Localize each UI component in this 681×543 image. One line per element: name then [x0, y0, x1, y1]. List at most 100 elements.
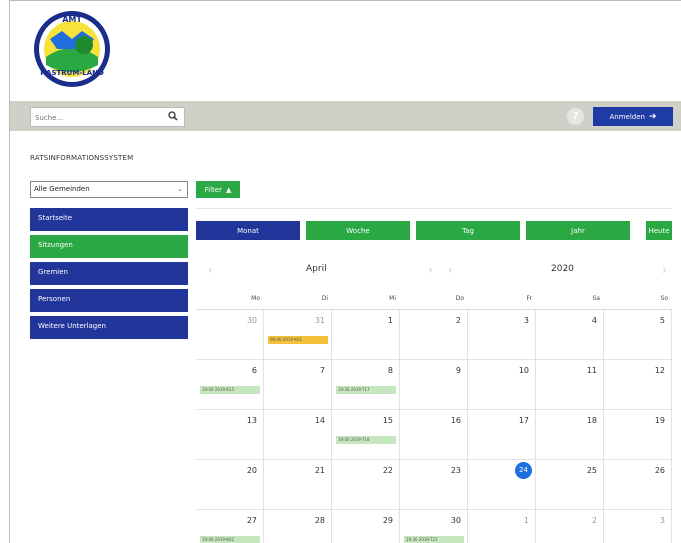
year-label: 2020: [551, 264, 574, 274]
calendar-day-cell[interactable]: 20: [196, 460, 264, 510]
calendar-day-cell[interactable]: 3: [468, 310, 536, 360]
calendar-day-cell[interactable]: 30: [196, 310, 264, 360]
weekday-label: Do: [455, 295, 464, 302]
login-button[interactable]: Anmelden ➔: [593, 107, 673, 126]
sidebar-item-sitzungen[interactable]: Sitzungen: [30, 235, 188, 258]
calendar-day-cell[interactable]: 16: [400, 410, 468, 460]
calendar-day-cell[interactable]: 13: [196, 410, 264, 460]
calendar-event[interactable]: 19:00 2019-T18: [336, 436, 396, 444]
today-marker: 24: [515, 462, 532, 479]
weekday-label: So: [660, 295, 668, 302]
view-day-button[interactable]: Tag: [416, 221, 520, 240]
calendar-day-cell[interactable]: 8 19:30 2019-T17: [332, 360, 400, 410]
day-number: 26: [654, 466, 665, 475]
calendar-day-cell[interactable]: 10: [468, 360, 536, 410]
prev-year-icon[interactable]: ‹: [448, 263, 453, 277]
calendar-day-cell[interactable]: 5: [604, 310, 672, 360]
day-number: 10: [518, 366, 529, 375]
calendar-day-cell[interactable]: 7: [264, 360, 332, 410]
calendar-day-cell[interactable]: 3: [604, 510, 672, 543]
calendar-day-cell[interactable]: 14: [264, 410, 332, 460]
calendar-day-cell[interactable]: 21: [264, 460, 332, 510]
sidebar-item-gremien[interactable]: Gremien: [30, 262, 188, 285]
calendar-day-cell[interactable]: 27 19:00 2019-K02: [196, 510, 264, 543]
page-frame: AMT HASTRUM-LAND ? Anmelden ➔ RATSINFORM…: [9, 0, 681, 543]
day-number: 5: [659, 316, 665, 325]
search-icon[interactable]: [168, 111, 178, 121]
day-number: 30: [450, 516, 461, 525]
search-input[interactable]: [35, 111, 155, 124]
today-button[interactable]: Heute: [646, 221, 672, 240]
day-number: 1: [387, 316, 393, 325]
calendar-day-cell[interactable]: 15 19:00 2019-T18: [332, 410, 400, 460]
filter-label: Filter: [204, 185, 222, 194]
login-label: Anmelden: [609, 112, 645, 121]
day-number: 16: [450, 416, 461, 425]
day-number: 22: [382, 466, 393, 475]
sidebar-item-startseite[interactable]: Startseite: [30, 208, 188, 231]
municipality-select[interactable]: Alle Gemeinden ⌄: [30, 181, 188, 198]
sidebar-item-personen[interactable]: Personen: [30, 289, 188, 312]
calendar-day-cell[interactable]: 22: [332, 460, 400, 510]
day-number: 9: [455, 366, 461, 375]
day-number: 23: [450, 466, 461, 475]
view-week-button[interactable]: Woche: [306, 221, 410, 240]
calendar-event[interactable]: 19:00 2019-K15: [200, 386, 260, 394]
calendar-day-cell[interactable]: 31 09:00 2019-K01: [264, 310, 332, 360]
calendar-event[interactable]: 19:00 2019-K02: [200, 536, 260, 543]
logo-text-bottom: HASTRUM-LAND: [40, 69, 104, 77]
calendar-day-cell[interactable]: 28: [264, 510, 332, 543]
logo-text-top: AMT: [62, 15, 82, 24]
day-number: 3: [659, 516, 665, 525]
calendar-day-cell[interactable]: 25: [536, 460, 604, 510]
calendar-day-cell[interactable]: 29: [332, 510, 400, 543]
next-month-icon[interactable]: ›: [428, 263, 433, 277]
calendar-day-cell[interactable]: 24: [468, 460, 536, 510]
chevron-down-icon: ⌄: [177, 185, 183, 193]
calendar-day-cell[interactable]: 17: [468, 410, 536, 460]
calendar-day-cell[interactable]: 19: [604, 410, 672, 460]
calendar-event[interactable]: 09:00 2019-K01: [268, 336, 328, 344]
calendar-day-cell[interactable]: 30 19:30 2019-T21: [400, 510, 468, 543]
day-number: 8: [387, 366, 393, 375]
municipality-logo[interactable]: AMT HASTRUM-LAND: [32, 9, 112, 89]
day-number: 14: [314, 416, 325, 425]
help-icon[interactable]: ?: [567, 108, 584, 125]
day-number: 2: [455, 316, 461, 325]
day-number: 4: [591, 316, 597, 325]
calendar-day-cell[interactable]: 9: [400, 360, 468, 410]
day-number: 2: [591, 516, 597, 525]
day-number: 25: [586, 466, 597, 475]
calendar-day-cell[interactable]: 6 19:00 2019-K15: [196, 360, 264, 410]
day-number: 11: [586, 366, 597, 375]
login-arrow-icon: ➔: [648, 111, 657, 122]
calendar-event[interactable]: 19:30 2019-T21: [404, 536, 464, 543]
day-number: 29: [382, 516, 393, 525]
day-number: 12: [654, 366, 665, 375]
calendar-grid: 30 31 09:00 2019-K01 1 2 3 4 5 6 19:00 2019-K15 7 8…: [196, 309, 672, 543]
sidebar-item-weitere-unterlagen[interactable]: Weitere Unterlagen: [30, 316, 188, 339]
view-year-button[interactable]: Jahr: [526, 221, 630, 240]
calendar-day-cell[interactable]: 1: [468, 510, 536, 543]
chevron-up-icon: ▲: [225, 185, 232, 194]
calendar-day-cell[interactable]: 18: [536, 410, 604, 460]
view-switcher: Monat Woche Tag Jahr Heute: [196, 221, 672, 241]
day-number: 30: [246, 316, 257, 325]
day-number: 19: [654, 416, 665, 425]
calendar-day-cell[interactable]: 11: [536, 360, 604, 410]
next-year-icon[interactable]: ›: [662, 263, 667, 277]
calendar-day-cell[interactable]: 1: [332, 310, 400, 360]
calendar-day-cell[interactable]: 2: [400, 310, 468, 360]
month-label: April: [306, 264, 327, 274]
calendar-day-cell[interactable]: 12: [604, 360, 672, 410]
weekday-row: Mo Di Mi Do Fr Sa So: [196, 295, 672, 307]
calendar-day-cell[interactable]: 2: [536, 510, 604, 543]
calendar-day-cell[interactable]: 26: [604, 460, 672, 510]
prev-month-icon[interactable]: ‹: [208, 263, 213, 277]
filter-button[interactable]: Filter ▲: [196, 181, 240, 198]
calendar-day-cell[interactable]: 4: [536, 310, 604, 360]
calendar-day-cell[interactable]: 23: [400, 460, 468, 510]
calendar-event[interactable]: 19:30 2019-T17: [336, 386, 396, 394]
view-month-button[interactable]: Monat: [196, 221, 300, 240]
weekday-label: Mi: [389, 295, 396, 302]
